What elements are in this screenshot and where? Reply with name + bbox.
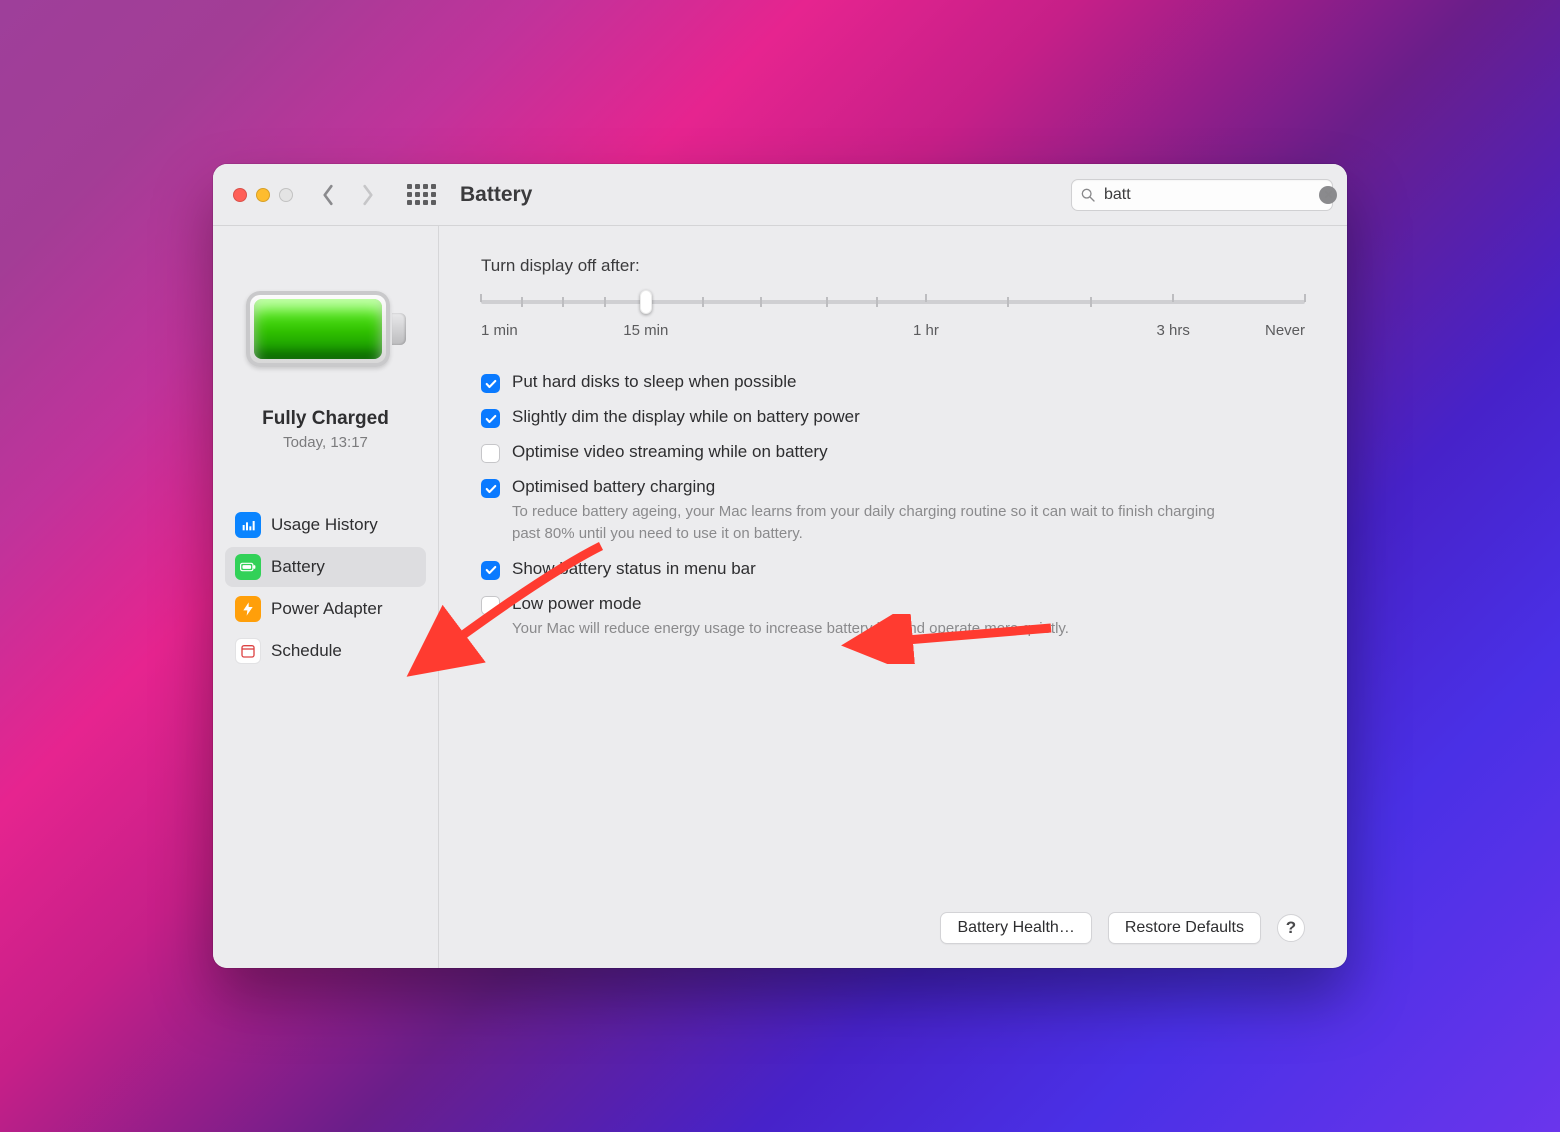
checkbox[interactable] bbox=[481, 444, 500, 463]
checkbox[interactable] bbox=[481, 561, 500, 580]
footer: Battery Health… Restore Defaults ? bbox=[481, 892, 1305, 944]
bolt-icon bbox=[235, 596, 261, 622]
opt-show-status-menubar[interactable]: Show battery status in menu bar bbox=[481, 559, 1241, 580]
slider-tick-labels: 1 min 15 min 1 hr 3 hrs Never bbox=[481, 322, 1305, 344]
toolbar: Battery bbox=[213, 164, 1347, 226]
search-field[interactable] bbox=[1071, 179, 1333, 211]
sidebar-item-battery[interactable]: Battery bbox=[225, 547, 426, 587]
sidebar: Fully Charged Today, 13:17 Usage History… bbox=[213, 226, 439, 968]
battery-hero-icon bbox=[246, 286, 406, 372]
opt-dim-display[interactable]: Slightly dim the display while on batter… bbox=[481, 407, 1241, 428]
slider-ticks bbox=[481, 294, 1305, 310]
help-button[interactable]: ? bbox=[1277, 914, 1305, 942]
option-label: Low power mode bbox=[512, 594, 1069, 614]
slider-thumb[interactable] bbox=[640, 290, 652, 314]
slider-label: Turn display off after: bbox=[481, 256, 1305, 276]
zoom-window-button bbox=[279, 188, 293, 202]
option-label: Put hard disks to sleep when possible bbox=[512, 372, 796, 392]
window-title: Battery bbox=[460, 183, 532, 207]
restore-defaults-button[interactable]: Restore Defaults bbox=[1108, 912, 1261, 944]
option-label: Optimised battery charging bbox=[512, 477, 1241, 497]
sidebar-nav: Usage History Battery Power Adapter bbox=[225, 505, 426, 671]
chevron-left-icon bbox=[321, 184, 335, 206]
content-pane: Turn display off after: bbox=[439, 226, 1347, 968]
search-icon bbox=[1080, 187, 1096, 203]
option-sublabel: To reduce battery ageing, your Mac learn… bbox=[512, 501, 1241, 545]
opt-optimise-video[interactable]: Optimise video streaming while on batter… bbox=[481, 442, 1241, 463]
close-window-button[interactable] bbox=[233, 188, 247, 202]
chevron-right-icon bbox=[361, 184, 375, 206]
battery-status-time: Today, 13:17 bbox=[283, 434, 368, 451]
option-label: Slightly dim the display while on batter… bbox=[512, 407, 860, 427]
sidebar-item-power-adapter[interactable]: Power Adapter bbox=[225, 589, 426, 629]
sidebar-item-label: Usage History bbox=[271, 515, 378, 535]
opt-optimised-charging[interactable]: Optimised battery charging To reduce bat… bbox=[481, 477, 1241, 545]
option-label: Optimise video streaming while on batter… bbox=[512, 442, 828, 462]
battery-preferences-window: Battery Fully Charged Today, 13:17 bbox=[213, 164, 1347, 968]
option-sublabel: Your Mac will reduce energy usage to inc… bbox=[512, 618, 1069, 640]
sidebar-item-usage-history[interactable]: Usage History bbox=[225, 505, 426, 545]
battery-health-button[interactable]: Battery Health… bbox=[940, 912, 1091, 944]
opt-hard-disks-sleep[interactable]: Put hard disks to sleep when possible bbox=[481, 372, 1241, 393]
battery-status-title: Fully Charged bbox=[262, 408, 389, 430]
forward-button bbox=[361, 184, 375, 206]
checkbox[interactable] bbox=[481, 374, 500, 393]
sidebar-item-schedule[interactable]: Schedule bbox=[225, 631, 426, 671]
close-icon bbox=[1324, 190, 1333, 199]
checkbox[interactable] bbox=[481, 409, 500, 428]
option-label: Show battery status in menu bar bbox=[512, 559, 756, 579]
options-list: Put hard disks to sleep when possible Sl… bbox=[481, 372, 1241, 639]
nav-group bbox=[321, 184, 375, 206]
usage-history-icon bbox=[235, 512, 261, 538]
calendar-icon bbox=[235, 638, 261, 664]
show-all-prefs-button[interactable] bbox=[407, 184, 436, 205]
battery-icon bbox=[235, 554, 261, 580]
search-input[interactable] bbox=[1104, 186, 1311, 204]
checkbox[interactable] bbox=[481, 596, 500, 615]
sidebar-item-label: Power Adapter bbox=[271, 599, 383, 619]
window-controls bbox=[233, 188, 293, 202]
display-off-slider[interactable] bbox=[481, 288, 1305, 316]
clear-search-button[interactable] bbox=[1319, 186, 1337, 204]
minimise-window-button[interactable] bbox=[256, 188, 270, 202]
sidebar-item-label: Schedule bbox=[271, 641, 342, 661]
sidebar-item-label: Battery bbox=[271, 557, 325, 577]
opt-low-power-mode[interactable]: Low power mode Your Mac will reduce ener… bbox=[481, 594, 1241, 640]
checkbox[interactable] bbox=[481, 479, 500, 498]
back-button[interactable] bbox=[321, 184, 335, 206]
